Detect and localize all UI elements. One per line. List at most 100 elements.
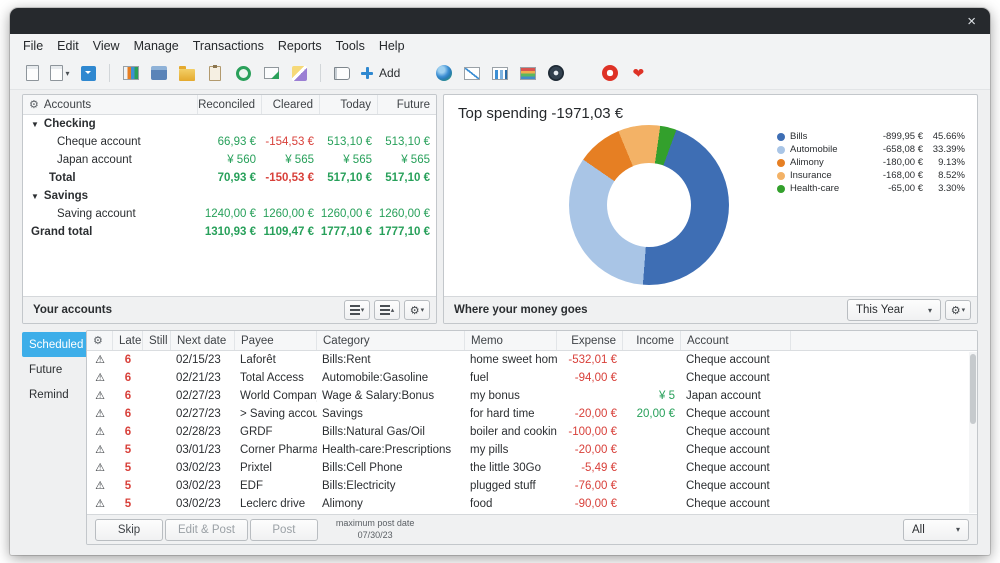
late-cell: 6 bbox=[124, 390, 132, 402]
page-tabs: Scheduled Future Remind bbox=[22, 330, 86, 545]
scheduled-row[interactable]: ⚠ 5 03/02/23 EDF Bills:Electricity plugged st… bbox=[87, 477, 977, 495]
menu-item-tools[interactable]: Tools bbox=[329, 37, 372, 55]
scheduled-row[interactable]: ⚠ 5 03/02/23 Prixtel Bills:Cell Phone the lit… bbox=[87, 459, 977, 477]
report-settings-button[interactable]: ⚙ ▾ bbox=[945, 300, 971, 320]
menu-item-manage[interactable]: Manage bbox=[127, 37, 186, 55]
advice-button[interactable] bbox=[544, 61, 568, 85]
accounts-column-header[interactable]: ⚙ Accounts bbox=[23, 95, 198, 114]
legend-item: Alimony -180,00 € 9.13% bbox=[777, 157, 965, 168]
scheduled-row[interactable]: ⚠ 6 02/15/23 Laforêt Bills:Rent home sweet ho… bbox=[87, 351, 977, 369]
edit-post-button[interactable]: Edit & Post bbox=[165, 518, 248, 541]
cleared-column-header[interactable]: Cleared bbox=[262, 95, 320, 114]
scheduled-settings-header[interactable]: ⚙ bbox=[87, 331, 113, 350]
wizard-button[interactable] bbox=[287, 61, 311, 85]
account-label: Checking bbox=[43, 118, 96, 130]
scrollbar-thumb[interactable] bbox=[970, 354, 976, 424]
account-row[interactable]: Total 70,93 € -150,53 € 517,10 € 517,10 € bbox=[23, 169, 436, 187]
accounts-button[interactable] bbox=[147, 61, 171, 85]
account-name-cell: Saving account bbox=[23, 205, 198, 223]
support-button[interactable] bbox=[598, 61, 622, 85]
category-column-header[interactable]: Category bbox=[317, 331, 465, 350]
menu-item-view[interactable]: View bbox=[86, 37, 127, 55]
skip-button[interactable]: Skip bbox=[95, 518, 163, 541]
max-post-date: maximum post date 07/30/23 bbox=[336, 518, 415, 541]
heart-icon: ❤ bbox=[632, 65, 645, 81]
open-document-button[interactable]: ▾ bbox=[48, 61, 72, 85]
menu-item-file[interactable]: File bbox=[16, 37, 50, 55]
account-row[interactable]: ▼ Checking bbox=[23, 115, 436, 133]
expense-column-header[interactable]: Expense bbox=[557, 331, 623, 350]
warning-icon: ⚠ bbox=[95, 407, 105, 420]
menu-item-reports[interactable]: Reports bbox=[271, 37, 329, 55]
gear-icon[interactable]: ⚙ bbox=[93, 334, 103, 347]
bar-report-button[interactable] bbox=[488, 61, 512, 85]
future-column-header[interactable]: Future bbox=[378, 95, 436, 114]
today-column-header[interactable]: Today bbox=[320, 95, 378, 114]
income-cell bbox=[623, 495, 681, 513]
new-document-button[interactable] bbox=[20, 61, 44, 85]
account-row[interactable]: Cheque account 66,93 € -154,53 € 513,10 € 51… bbox=[23, 133, 436, 151]
next-date-column-header[interactable]: Next date bbox=[171, 331, 235, 350]
vertical-scrollbar[interactable] bbox=[969, 352, 977, 513]
late-cell: 6 bbox=[124, 426, 132, 438]
account-value-cell: 513,10 € bbox=[327, 136, 372, 148]
menu-item-transactions[interactable]: Transactions bbox=[186, 37, 271, 55]
expand-all-button[interactable]: ▾ bbox=[344, 300, 370, 320]
close-button[interactable]: × bbox=[953, 14, 990, 29]
legend-item: Automobile -658,08 € 33.39% bbox=[777, 144, 965, 155]
account-row[interactable]: Japan account ¥ 560 ¥ 565 ¥ 565 ¥ 565 bbox=[23, 151, 436, 169]
gear-icon[interactable]: ⚙ bbox=[29, 98, 39, 111]
tab-scheduled[interactable]: Scheduled bbox=[22, 332, 86, 357]
toolbar-separator bbox=[320, 64, 321, 82]
late-cell: 5 bbox=[124, 498, 132, 510]
advice-icon bbox=[548, 65, 565, 81]
scheduled-row[interactable]: ⚠ 5 03/02/23 Leclerc drive Alimony food -90,00… bbox=[87, 495, 977, 513]
import-button[interactable] bbox=[259, 61, 283, 85]
accounts-table-header: ⚙ Accounts Reconciled Cleared Today Futu… bbox=[23, 95, 436, 115]
accounts-panel-footer: Your accounts ▾ ▴ ⚙ ▾ bbox=[23, 296, 436, 323]
late-column-header[interactable]: Late bbox=[113, 331, 143, 350]
period-selector[interactable]: This Year ▾ bbox=[847, 299, 941, 321]
menu-item-help[interactable]: Help bbox=[372, 37, 412, 55]
web-button[interactable] bbox=[432, 61, 456, 85]
donate-button[interactable]: ❤ bbox=[626, 61, 650, 85]
scheduled-row[interactable]: ⚠ 6 02/28/23 GRDF Bills:Natural Gas/Oil boile… bbox=[87, 423, 977, 441]
categories-button[interactable] bbox=[175, 61, 199, 85]
memo-column-header[interactable]: Memo bbox=[465, 331, 557, 350]
post-button[interactable]: Post bbox=[249, 518, 318, 541]
scheduled-row[interactable]: ⚠ 6 02/27/23 > Saving account Savings for har… bbox=[87, 405, 977, 423]
scheduled-row[interactable]: ⚠ 6 02/27/23 World Company Wage & Salary:Bon… bbox=[87, 387, 977, 405]
scheduled-row[interactable]: ⚠ 6 02/21/23 Total Access Automobile:Gasolin… bbox=[87, 369, 977, 387]
account-column-header[interactable]: Account bbox=[681, 331, 791, 350]
payee-cell: Laforêt bbox=[240, 354, 276, 366]
payee-column-header[interactable]: Payee bbox=[235, 331, 317, 350]
next-date-cell: 03/02/23 bbox=[176, 462, 221, 474]
collapse-all-button[interactable]: ▴ bbox=[374, 300, 400, 320]
account-row[interactable]: Saving account 1240,00 € 1260,00 € 1260,00 … bbox=[23, 205, 436, 223]
payees-button[interactable] bbox=[203, 61, 227, 85]
scheduled-row[interactable]: ⚠ 5 03/01/23 Corner Pharma Health-care:Presc… bbox=[87, 441, 977, 459]
add-transaction-button[interactable]: Add bbox=[358, 61, 402, 85]
titlebar[interactable]: × bbox=[10, 8, 990, 34]
operations-button[interactable] bbox=[119, 61, 143, 85]
account-row[interactable]: Grand total 1310,93 € 1109,47 € 1777,10 € 17… bbox=[23, 223, 436, 241]
income-column-header[interactable]: Income bbox=[623, 331, 681, 350]
menu-item-edit[interactable]: Edit bbox=[50, 37, 86, 55]
tab-remind[interactable]: Remind bbox=[22, 382, 86, 407]
still-column-header[interactable]: Still bbox=[143, 331, 171, 350]
collapse-arrow-icon[interactable]: ▼ bbox=[31, 120, 39, 129]
accounts-settings-button[interactable]: ⚙ ▾ bbox=[404, 300, 430, 320]
max-post-date-value: 07/30/23 bbox=[357, 529, 393, 540]
monthly-report-button[interactable] bbox=[516, 61, 540, 85]
collapse-arrow-icon[interactable]: ▼ bbox=[31, 192, 39, 201]
filter-selector[interactable]: All ▾ bbox=[903, 518, 969, 541]
account-value-cell bbox=[198, 115, 262, 133]
account-row[interactable]: ▼ Savings bbox=[23, 187, 436, 205]
top-spending-donut[interactable] bbox=[569, 125, 729, 285]
tab-future[interactable]: Future bbox=[22, 357, 86, 382]
reconciled-column-header[interactable]: Reconciled bbox=[198, 95, 262, 114]
ledger-view-button[interactable] bbox=[330, 61, 354, 85]
scheduled-button[interactable] bbox=[231, 61, 255, 85]
line-report-button[interactable] bbox=[460, 61, 484, 85]
save-button[interactable] bbox=[76, 61, 100, 85]
